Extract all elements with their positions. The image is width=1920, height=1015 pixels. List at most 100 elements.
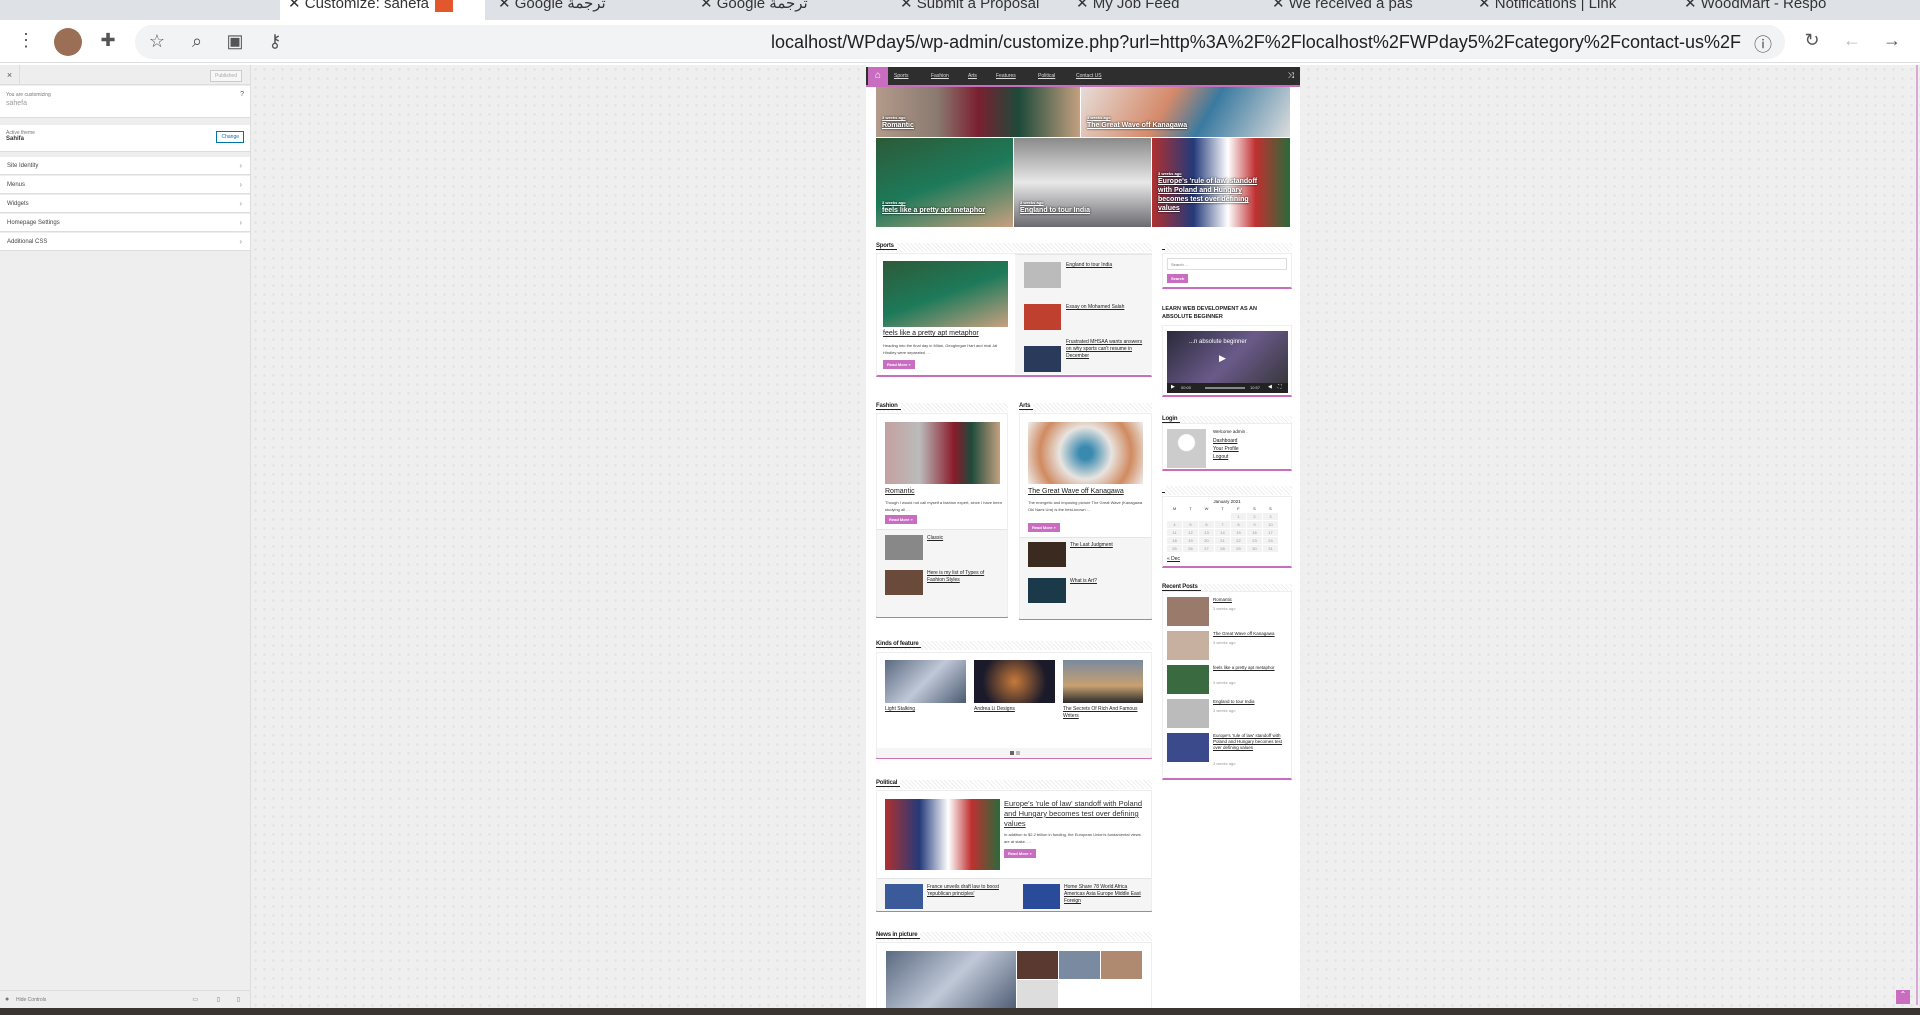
political-main-image[interactable] (885, 799, 1000, 870)
slider-england[interactable]: 3 weeks ago England to tour India (1014, 138, 1151, 227)
star-icon[interactable]: ☆ (145, 31, 169, 52)
sports-main-image[interactable] (883, 261, 1008, 327)
hide-controls-button[interactable]: ● Hide Controls ▭ ▯ ▯ (0, 990, 250, 1008)
tab-woodmart[interactable]: ✕ WoodMart - Respo (1676, 0, 1920, 20)
arts-main-image[interactable] (1028, 422, 1143, 484)
feature-title[interactable]: The Secrets Of Rich And Famous Writers (1063, 706, 1143, 720)
thumb[interactable] (1028, 578, 1066, 603)
list-item-title[interactable]: Home Share 78 World Africa Americas Asia… (1064, 884, 1144, 905)
thumb[interactable] (1024, 304, 1061, 330)
thumb[interactable] (1024, 262, 1061, 288)
read-more-button[interactable]: Read More » (1004, 849, 1036, 858)
read-more-button[interactable]: Read More » (1028, 523, 1060, 532)
mobile-preview-icon[interactable]: ▯ (237, 991, 240, 1009)
nav-political[interactable]: Political (1038, 73, 1055, 79)
nav-contact-us[interactable]: Contact US (1076, 73, 1102, 79)
avatar[interactable] (54, 28, 82, 56)
video-progress-bar[interactable] (1205, 387, 1245, 389)
political-main-title[interactable]: Europe's 'rule of law' standoff with Pol… (1004, 799, 1144, 829)
section-menus[interactable]: Menus › (0, 176, 250, 194)
picture-thumb[interactable] (1017, 980, 1058, 1008)
recent-post-title[interactable]: England to tour India (1213, 699, 1288, 705)
thumb[interactable] (1023, 884, 1060, 909)
thumb[interactable] (885, 884, 923, 909)
close-customizer-button[interactable]: × (0, 65, 20, 85)
slider-dot-active[interactable] (1010, 751, 1014, 755)
change-theme-button[interactable]: Change (216, 131, 244, 143)
preview-scrollbar[interactable] (1916, 65, 1918, 1005)
list-item-title[interactable]: Frustrated MHSAA wants answers on why sp… (1066, 339, 1146, 360)
read-more-button[interactable]: Read More » (883, 360, 915, 369)
recent-post-title[interactable]: The Great Wave off Kanagawa (1213, 631, 1288, 637)
post-title[interactable]: Romantic (882, 122, 914, 129)
tab-gmail[interactable]: ✕ We received a pas (1264, 0, 1464, 20)
list-item-title[interactable]: Classic (927, 535, 943, 542)
menu-icon[interactable]: ⋮ (14, 30, 38, 51)
calendar-prev-link[interactable]: « Dec (1167, 556, 1180, 563)
close-tab-icon[interactable]: ✕ (288, 0, 305, 12)
volume-icon[interactable]: ◀ (1268, 384, 1272, 390)
post-title[interactable]: Europe's 'rule of law' standoff with Pol… (1158, 178, 1257, 212)
recent-post-thumb[interactable] (1167, 733, 1209, 762)
recent-post-title[interactable]: feels like a pretty apt metaphor (1213, 665, 1288, 671)
tab-customize[interactable]: ✕ Customize: sahefa (280, 0, 485, 20)
feature-title[interactable]: Andrea Li Designs (974, 706, 1015, 713)
arts-main-title[interactable]: The Great Wave off Kanagawa (1028, 488, 1124, 495)
tab-google-translate-2[interactable]: ✕ Google ترجمة (692, 0, 887, 20)
section-widgets[interactable]: Widgets › (0, 195, 250, 213)
slider-metaphor[interactable]: 3 weeks ago feels like a pretty apt metap… (876, 138, 1013, 227)
recent-post-thumb[interactable] (1167, 631, 1209, 660)
fullscreen-icon[interactable]: ⛶ (1278, 384, 1282, 390)
random-shuffle-icon[interactable]: ⤨ (1288, 71, 1294, 81)
section-homepage-settings[interactable]: Homepage Settings › (0, 214, 250, 232)
section-site-identity[interactable]: Site Identity › (0, 157, 250, 175)
key-icon[interactable]: ⚷ (263, 31, 287, 52)
tab-upwork-feed[interactable]: ✕ My Job Feed (1068, 0, 1258, 20)
address-bar[interactable]: ☆ ⌕ ▣ ⚷ localhost/WPday5/wp-admin/custom… (135, 25, 1785, 59)
list-item-title[interactable]: Essay on Mohamed Salah (1066, 304, 1146, 311)
your-profile-link[interactable]: Your Profile (1213, 446, 1239, 453)
thumb[interactable] (1028, 542, 1066, 567)
video-player[interactable]: ...n absolute beginner ▶ ▶ 00:00 10:57 ◀… (1167, 331, 1288, 393)
recent-post-title[interactable]: Europe's 'rule of law' standoff with Pol… (1213, 733, 1288, 751)
reload-icon[interactable]: ↻ (1800, 30, 1824, 51)
slider-romantic[interactable]: 3 weeks ago Romantic (876, 87, 1080, 137)
tab-linkedin[interactable]: ✕ Notifications | Link (1470, 0, 1670, 20)
dashboard-link[interactable]: Dashboard (1213, 438, 1237, 445)
feature-image[interactable] (885, 660, 966, 703)
slider-dot[interactable] (1016, 751, 1020, 755)
sports-main-title[interactable]: feels like a pretty apt metaphor (883, 330, 979, 337)
slider-great-wave[interactable]: 3 weeks ago The Great Wave off Kanagawa (1081, 87, 1290, 137)
post-title[interactable]: The Great Wave off Kanagawa (1087, 122, 1187, 129)
zoom-icon[interactable]: ⌕ (185, 31, 209, 52)
read-more-button[interactable]: Read More » (885, 515, 917, 524)
desktop-preview-icon[interactable]: ▭ (192, 991, 198, 1009)
nav-fashion[interactable]: Fashion (931, 73, 949, 79)
thumb[interactable] (1024, 346, 1061, 372)
info-icon[interactable]: ⓘ (1751, 31, 1775, 57)
list-item-title[interactable]: What is Art? (1070, 578, 1097, 585)
home-icon[interactable]: ⌂ (868, 67, 888, 85)
search-input[interactable] (1167, 258, 1287, 270)
thumb[interactable] (885, 535, 923, 560)
feature-image[interactable] (1063, 660, 1143, 703)
url-text[interactable]: localhost/WPday5/wp-admin/customize.php?… (771, 32, 1741, 53)
nav-sports[interactable]: Sports (894, 73, 908, 79)
logout-link[interactable]: Logout (1213, 454, 1228, 461)
published-button[interactable]: Published (210, 70, 242, 82)
recent-post-title[interactable]: Romantic (1213, 597, 1288, 603)
feature-title[interactable]: Light Stalking (885, 706, 915, 713)
translate-icon[interactable]: ▣ (223, 31, 247, 52)
list-item-title[interactable]: Here is my list of Types of Fashion Styl… (927, 570, 1002, 584)
nav-features[interactable]: Features (996, 73, 1016, 79)
list-item-title[interactable]: France unveils draft law to boost 'repub… (927, 884, 1007, 898)
section-additional-css[interactable]: Additional CSS › (0, 233, 250, 251)
tablet-preview-icon[interactable]: ▯ (217, 991, 220, 1009)
picture-thumb[interactable] (1101, 951, 1142, 979)
nav-arts[interactable]: Arts (968, 73, 977, 79)
search-button[interactable]: Search (1167, 274, 1189, 283)
tab-google-translate[interactable]: ✕ Google ترجمة (490, 0, 685, 20)
picture-thumb[interactable] (1059, 951, 1100, 979)
post-title[interactable]: England to tour India (1020, 207, 1090, 214)
recent-post-thumb[interactable] (1167, 597, 1209, 626)
